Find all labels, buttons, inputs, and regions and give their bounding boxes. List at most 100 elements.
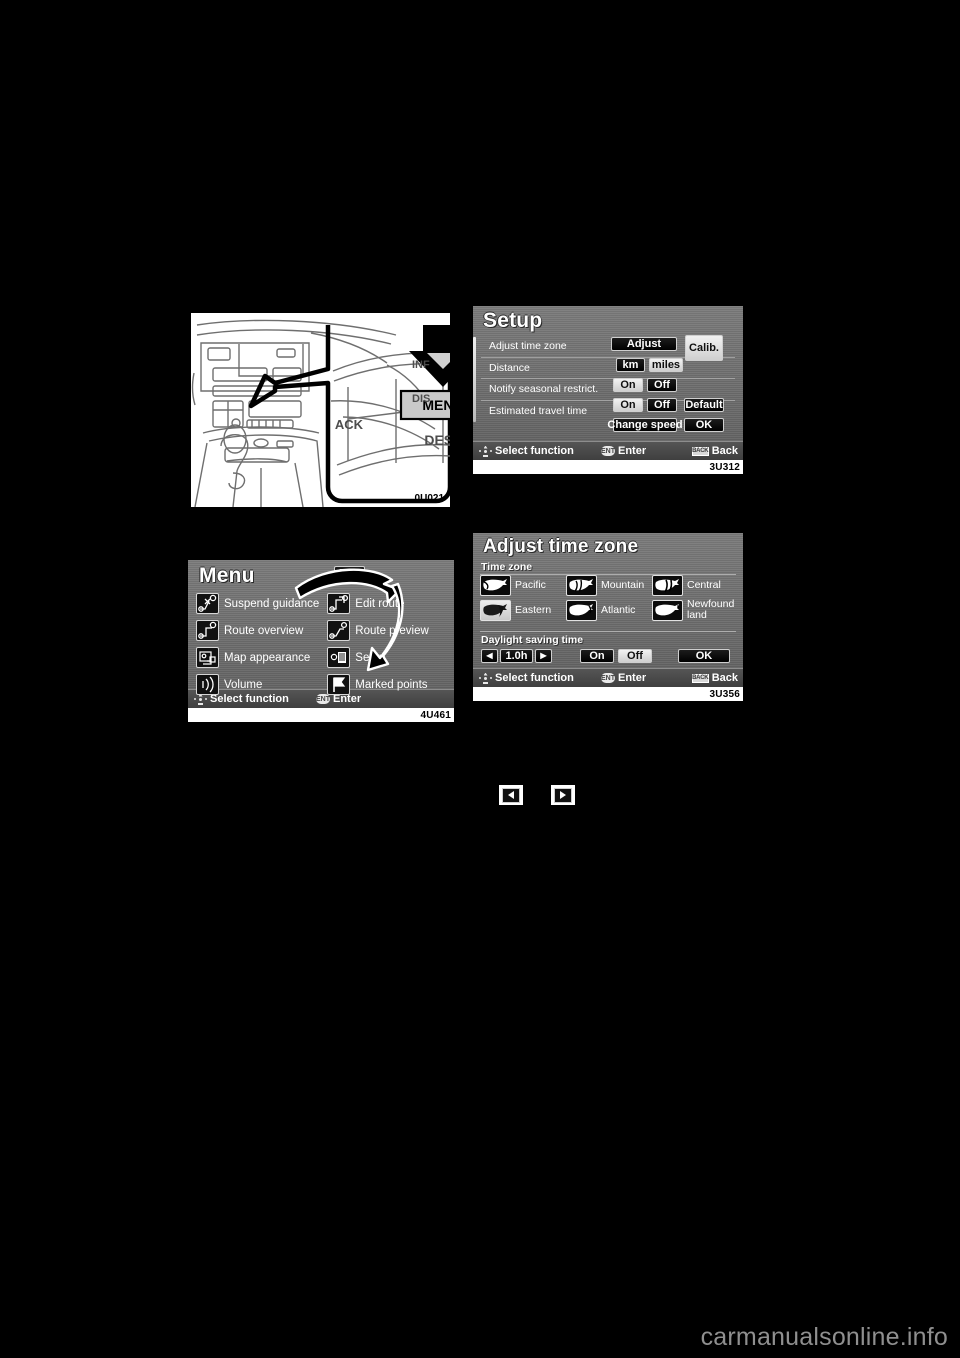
- dst-off-button[interactable]: Off: [618, 649, 652, 663]
- menu-item-label: Volume: [224, 678, 263, 691]
- joystick-icon: [479, 445, 492, 457]
- menu-item-route-preview[interactable]: Route preview: [327, 617, 446, 644]
- menu-item-map-appearance[interactable]: Map appearance: [196, 644, 319, 671]
- route-overview-icon: [196, 620, 219, 641]
- menu-item-label: Edit route: [355, 597, 405, 610]
- select-function-hint: Select function: [479, 445, 574, 457]
- time-zone-section-label: Time zone: [481, 561, 533, 573]
- setup-row-label: Notify seasonal restrict.: [489, 383, 599, 396]
- enter-hint: ENT Enter: [601, 445, 647, 457]
- dst-on-button[interactable]: On: [580, 649, 614, 663]
- travel-time-on-button[interactable]: On: [613, 398, 643, 412]
- time-zone-grid: Pacific Mountain Central Eastern Atlanti…: [480, 575, 736, 621]
- svg-text:DEST: DEST: [424, 432, 450, 448]
- time-zone-eastern[interactable]: Eastern: [480, 599, 564, 621]
- change-speed-button[interactable]: Change speed: [607, 418, 683, 432]
- edit-route-icon: [327, 593, 351, 614]
- seasonal-on-button[interactable]: On: [613, 378, 643, 392]
- menu-item-label: Map appearance: [224, 651, 311, 664]
- menu-item-volume[interactable]: Volume: [196, 671, 319, 698]
- map-pacific-icon: [480, 575, 511, 596]
- arrow-key-legend: [499, 785, 619, 811]
- menu-item-setup[interactable]: Setup: [327, 644, 446, 671]
- map-newfoundland-icon: [652, 599, 683, 621]
- figure-code-car: 0U021: [414, 493, 444, 504]
- ok-button[interactable]: OK: [684, 418, 724, 432]
- dashboard-line-drawing: MENU DEST ACK: [191, 319, 487, 508]
- setup-row-label: Estimated travel time: [489, 404, 588, 417]
- svg-text:ACK: ACK: [335, 417, 364, 432]
- figure-code-setup: 3U312: [706, 460, 743, 474]
- map-mountain-icon: [566, 575, 597, 596]
- back-key-icon: BACK: [691, 673, 709, 683]
- dst-increase-button[interactable]: ▶: [535, 649, 552, 663]
- travel-time-off-button[interactable]: Off: [647, 398, 677, 412]
- time-zone-atlantic[interactable]: Atlantic: [566, 599, 650, 621]
- time-zone-label: Atlantic: [601, 603, 636, 616]
- menu-grid: Suspend guidance Edit route Route overvi…: [196, 590, 446, 698]
- dst-decrease-button[interactable]: ◀: [481, 649, 498, 663]
- time-zone-label: Mountain: [601, 579, 645, 591]
- map-appearance-icon: [196, 647, 219, 668]
- menu-item-label: Route preview: [355, 624, 429, 637]
- menu-item-marked-points[interactable]: Marked points: [327, 671, 446, 698]
- map-central-icon: [652, 575, 683, 596]
- seasonal-off-button[interactable]: Off: [647, 378, 677, 392]
- timezone-footer-bar: [473, 687, 743, 701]
- left-arrow-icon: [502, 787, 520, 803]
- time-zone-newfoundland[interactable]: Newfound land: [652, 599, 736, 621]
- time-zone-label: Eastern: [515, 603, 552, 616]
- time-zone-mountain[interactable]: Mountain: [566, 575, 650, 596]
- adjust-time-zone-screen: Adjust time zone Time zone Pacific Mount…: [473, 533, 743, 701]
- setup-row-label: Adjust time zone: [489, 340, 567, 353]
- suspend-guidance-icon: [196, 593, 219, 614]
- setup-title: Setup: [483, 309, 543, 332]
- left-arrow-key[interactable]: [499, 785, 523, 805]
- back-hint: BACK Back: [691, 445, 738, 457]
- back-key-icon: BACK: [691, 446, 709, 456]
- marked-points-icon: [327, 674, 351, 695]
- enter-key-icon: ENT: [601, 673, 615, 683]
- setup-footer-bar: [473, 460, 743, 474]
- map-eastern-icon: [480, 599, 511, 621]
- time-zone-central[interactable]: Central: [652, 575, 736, 596]
- menu-footer-bar: [188, 708, 454, 722]
- menu-item-label: Marked points: [355, 678, 428, 691]
- default-button[interactable]: Default: [684, 398, 724, 412]
- site-watermark: carmanualsonline.info: [700, 1323, 948, 1351]
- daylight-saving-section-label: Daylight saving time: [481, 634, 584, 646]
- adjust-time-zone-title: Adjust time zone: [483, 536, 639, 557]
- timezone-ok-button[interactable]: OK: [678, 649, 730, 663]
- menu-screen: Menu DVD Suspend guidance Edit route Rou…: [188, 560, 454, 722]
- menu-item-label: Setup: [355, 651, 386, 664]
- right-arrow-key[interactable]: [551, 785, 575, 805]
- distance-miles-button[interactable]: miles: [649, 358, 683, 372]
- select-function-hint: Select function: [479, 672, 574, 684]
- right-arrow-icon: [554, 787, 572, 803]
- dis-label: DIS: [412, 393, 431, 405]
- time-zone-label: Newfound land: [687, 598, 735, 621]
- time-zone-label: Central: [687, 579, 721, 591]
- menu-item-label: Suspend guidance: [224, 597, 320, 610]
- menu-item-label: Route overview: [224, 624, 304, 637]
- selection-indicator-bar: [473, 337, 476, 422]
- timezone-statusbar: Select function ENT Enter BACK Back: [473, 668, 743, 687]
- time-zone-pacific[interactable]: Pacific: [480, 575, 564, 596]
- calib-button[interactable]: Calib.: [685, 335, 723, 361]
- dst-value: 1.0h: [500, 649, 533, 663]
- figure-code-menu: 4U461: [417, 708, 454, 722]
- enter-hint: ENT Enter: [601, 672, 647, 684]
- menu-item-route-overview[interactable]: Route overview: [196, 617, 319, 644]
- time-zone-label: Pacific: [515, 579, 546, 591]
- back-hint: BACK Back: [691, 672, 738, 684]
- distance-km-button[interactable]: km: [616, 358, 645, 372]
- dvd-badge[interactable]: DVD: [334, 566, 365, 581]
- menu-item-suspend-guidance[interactable]: Suspend guidance: [196, 590, 319, 617]
- enter-key-icon: ENT: [601, 446, 615, 456]
- setup-screen: Setup Adjust time zone Distance Notify s…: [473, 306, 743, 474]
- adjust-button[interactable]: Adjust: [611, 337, 677, 351]
- inf-label: INF: [412, 359, 430, 371]
- volume-icon: [196, 674, 219, 695]
- menu-item-edit-route[interactable]: Edit route: [327, 590, 446, 617]
- menu-title: Menu: [199, 564, 255, 587]
